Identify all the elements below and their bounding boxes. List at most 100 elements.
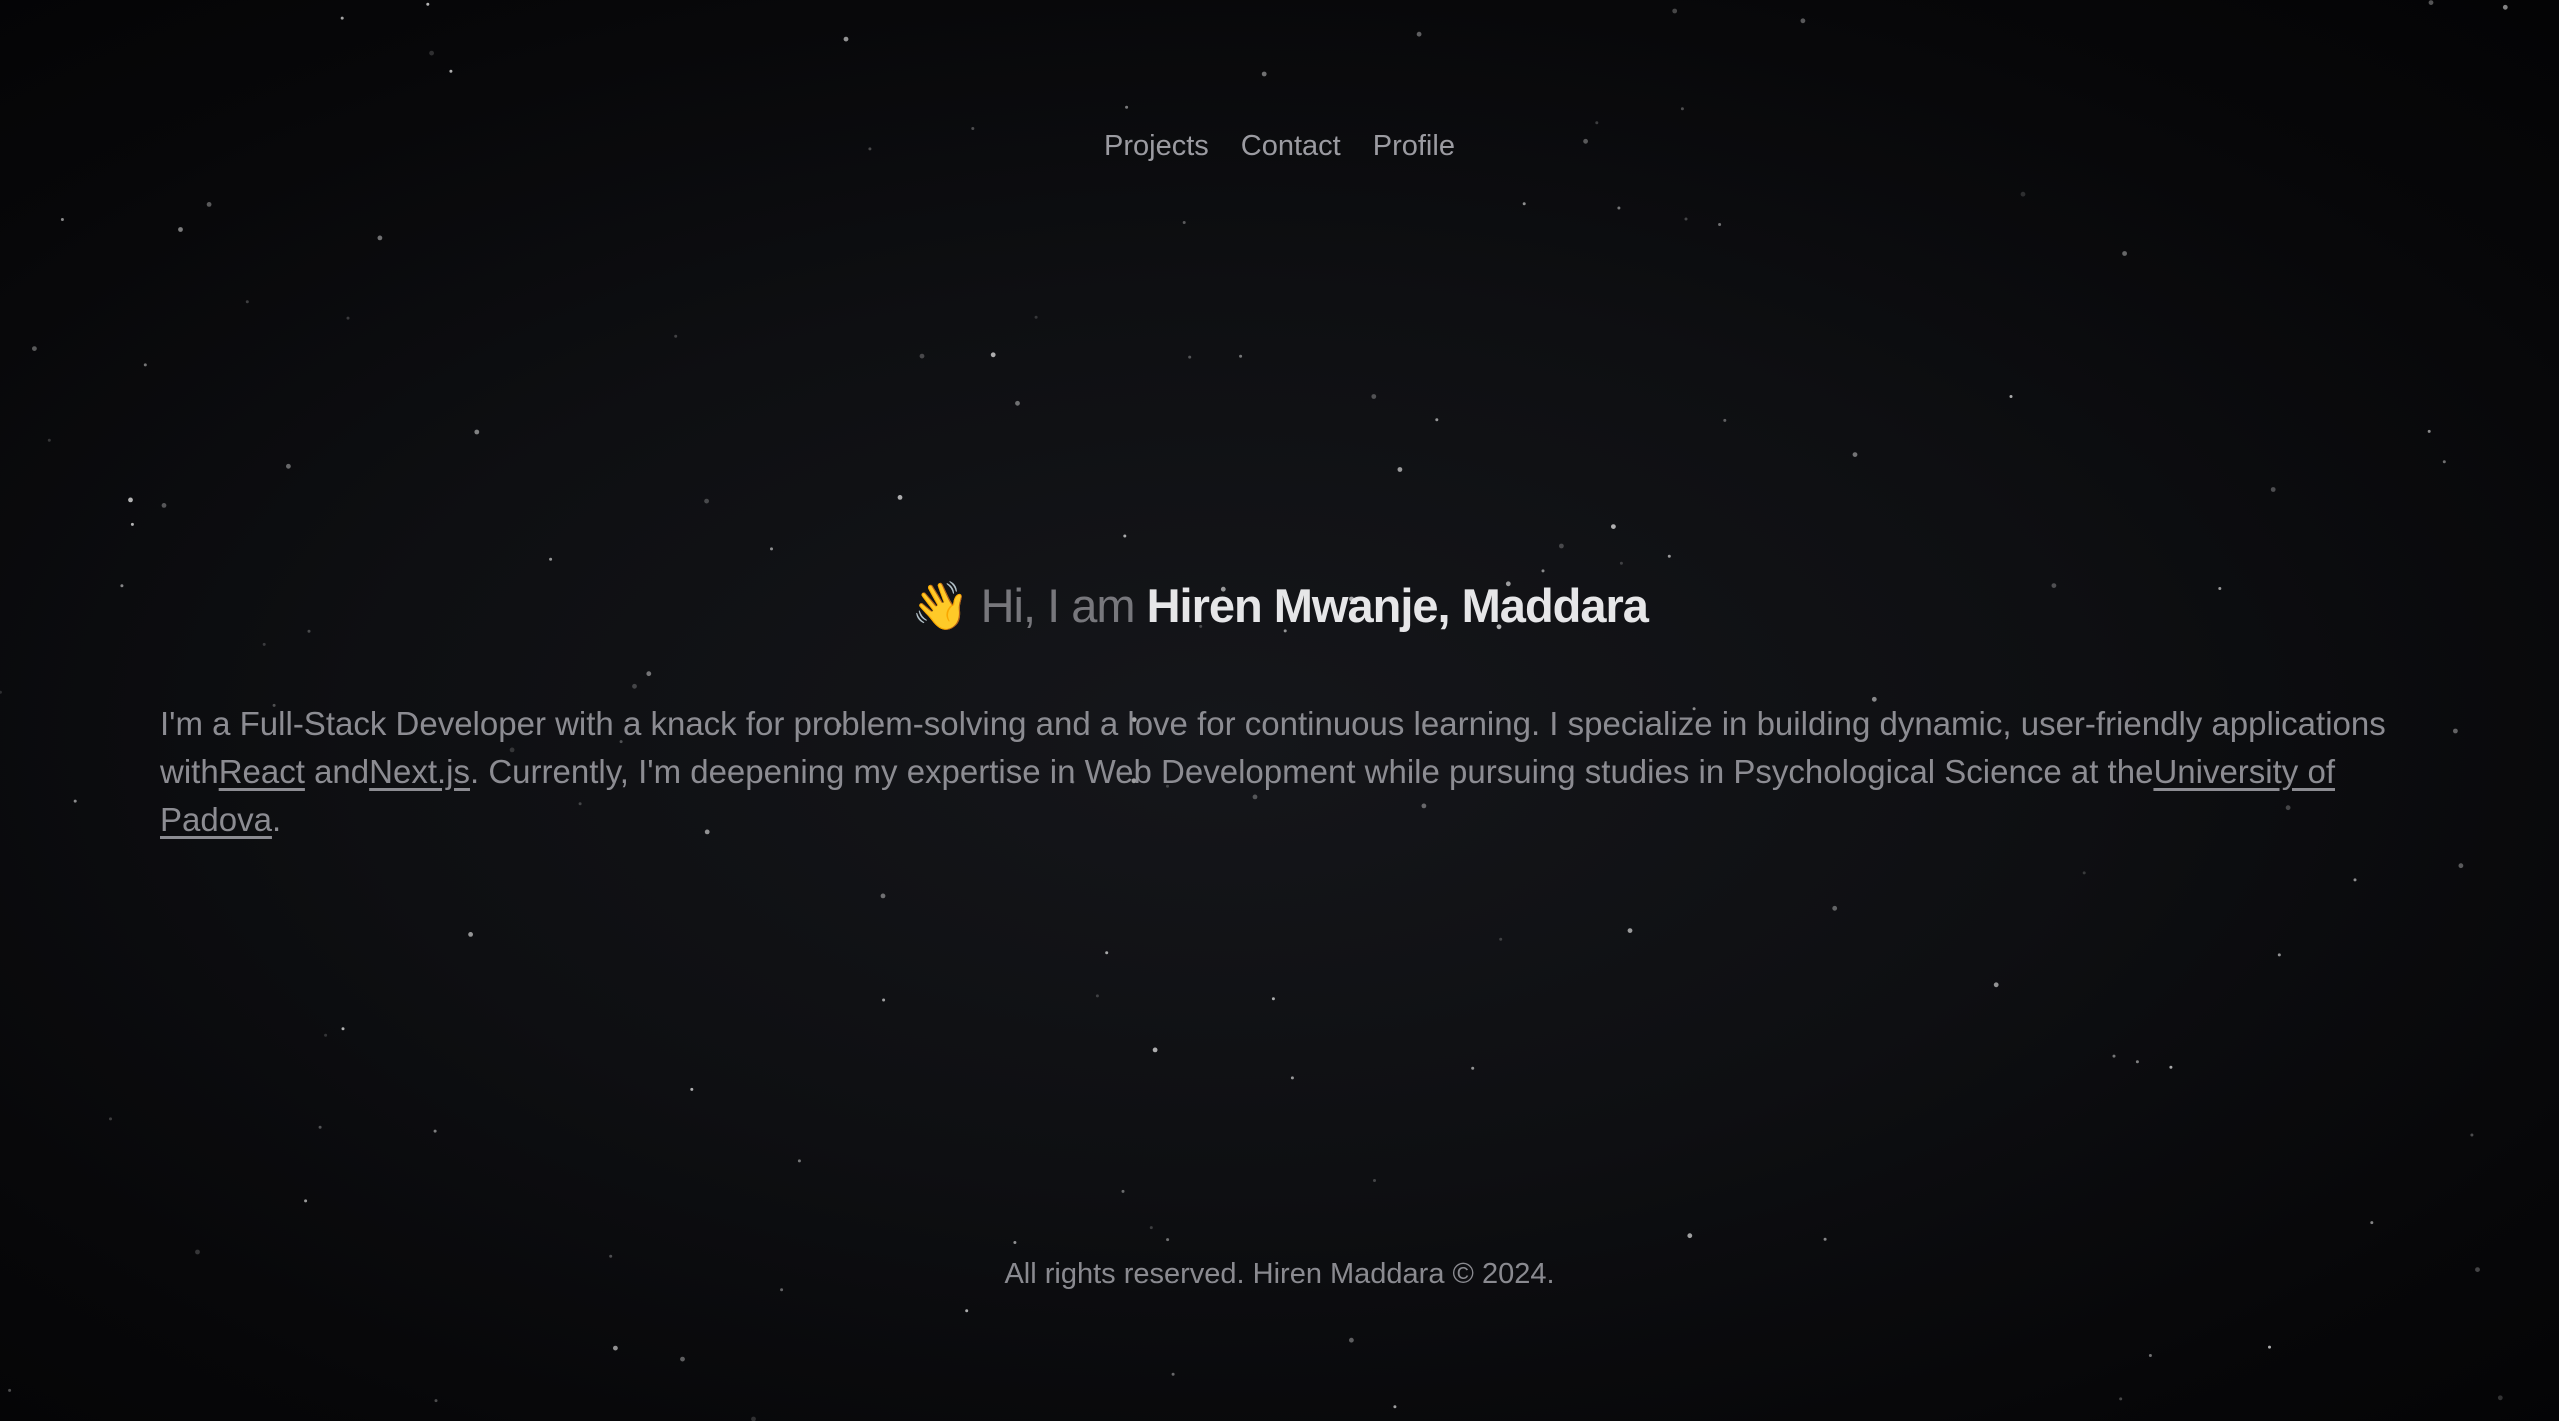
- star: [468, 932, 473, 937]
- hero-heading: 👋 Hi, I am Hiren Mwanje, Maddara: [0, 574, 2559, 638]
- star: [2353, 878, 2357, 882]
- star: [1499, 937, 1503, 941]
- bio-text-4: .: [271, 801, 282, 838]
- star: [1373, 1179, 1376, 1182]
- star: [1397, 467, 1403, 472]
- waving-hand-icon: 👋: [911, 579, 970, 632]
- star: [1290, 1076, 1294, 1080]
- star: [1349, 1337, 1354, 1343]
- star: [2458, 863, 2464, 869]
- star: [2470, 1133, 2474, 1137]
- star: [1471, 1066, 1475, 1070]
- star: [0, 690, 2, 694]
- star: [1121, 1189, 1125, 1193]
- star: [1800, 18, 1806, 24]
- star: [1171, 1372, 1175, 1376]
- star: [2020, 191, 2026, 197]
- star: [632, 683, 637, 689]
- star: [434, 1399, 438, 1403]
- star: [1015, 400, 1020, 406]
- star: [2135, 1060, 2139, 1064]
- star: [1393, 1405, 1397, 1409]
- star: [47, 438, 51, 442]
- star: [109, 1117, 112, 1121]
- star: [965, 1309, 969, 1313]
- hero-name: Hiren Mwanje, Maddara: [1146, 579, 1649, 632]
- star: [1416, 31, 1422, 37]
- star: [304, 1199, 308, 1203]
- nextjs-link[interactable]: Next.js: [369, 753, 470, 790]
- star: [1123, 534, 1127, 538]
- star: [60, 218, 64, 221]
- star: [1105, 951, 1109, 955]
- star: [1271, 997, 1275, 1001]
- star: [1832, 905, 1838, 911]
- star: [2148, 1354, 2152, 1357]
- star: [1371, 394, 1377, 399]
- react-link[interactable]: React: [219, 753, 305, 790]
- star: [1239, 354, 1243, 358]
- star: [2502, 4, 2508, 10]
- star: [2112, 1054, 2116, 1058]
- star: [990, 352, 996, 358]
- star: [1095, 994, 1099, 998]
- footer-copyright: All rights reserved. Hiren Maddara © 202…: [1004, 1258, 1555, 1290]
- bio-paragraph: I'm a Full-Stack Developer with a knack …: [160, 700, 2390, 844]
- star: [1152, 1047, 1158, 1053]
- star: [2082, 871, 2086, 875]
- star: [2370, 1221, 2374, 1225]
- star: [1261, 71, 1267, 77]
- star: [2009, 395, 2013, 398]
- star: [1541, 569, 1545, 573]
- star: [1684, 217, 1688, 221]
- star: [674, 334, 678, 338]
- star: [433, 1129, 437, 1133]
- star: [1188, 355, 1192, 359]
- star: [1823, 1237, 1827, 1241]
- nav-link-profile[interactable]: Profile: [1373, 126, 1455, 166]
- star: [751, 1416, 756, 1421]
- star: [262, 642, 266, 646]
- star: [346, 316, 350, 320]
- star: [919, 353, 925, 359]
- star: [1852, 452, 1858, 457]
- star: [1723, 418, 1727, 422]
- star: [2442, 460, 2446, 464]
- star: [843, 36, 849, 42]
- star: [474, 429, 480, 435]
- star: [178, 227, 183, 232]
- star: [1687, 1233, 1693, 1239]
- star: [426, 2, 430, 6]
- nav-link-projects[interactable]: Projects: [1104, 126, 1209, 166]
- star: [245, 300, 249, 304]
- star: [1435, 418, 1439, 422]
- star: [680, 1356, 685, 1362]
- star: [897, 495, 903, 500]
- star: [32, 346, 37, 351]
- star: [1125, 105, 1129, 109]
- star: [1182, 221, 1186, 224]
- star: [324, 1033, 328, 1037]
- star: [1993, 982, 1999, 988]
- star: [377, 235, 383, 241]
- star: [1627, 928, 1633, 933]
- star: [549, 557, 553, 561]
- star: [2169, 1065, 2173, 1069]
- star: [2497, 1395, 2503, 1401]
- star: [2277, 953, 2281, 957]
- star: [704, 498, 709, 504]
- nav-link-contact[interactable]: Contact: [1241, 126, 1341, 166]
- star: [1619, 561, 1623, 565]
- bio-text-2: and: [304, 753, 370, 790]
- star: [340, 16, 344, 20]
- star: [130, 522, 134, 526]
- star: [1667, 554, 1671, 558]
- star: [690, 1087, 694, 1091]
- star: [2268, 1345, 2271, 1349]
- star: [1149, 1226, 1153, 1230]
- star: [1595, 121, 1599, 125]
- star: [1522, 202, 1526, 206]
- star: [1617, 206, 1621, 210]
- star: [2119, 1397, 2123, 1401]
- star: [8, 1388, 12, 1392]
